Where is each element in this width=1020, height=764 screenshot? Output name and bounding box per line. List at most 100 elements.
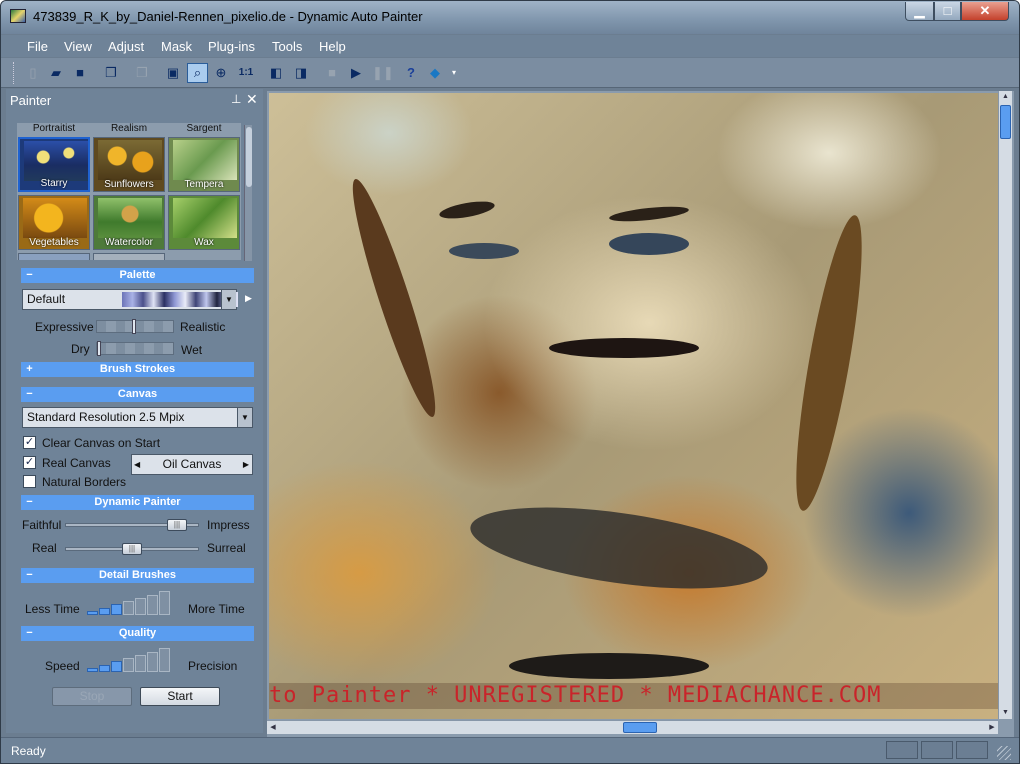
open-folder-icon[interactable]: ▰: [47, 64, 65, 82]
canvas-horizontal-scrollbar[interactable]: ◀ ▶: [267, 720, 998, 734]
paste-icon[interactable]: ❐: [133, 64, 151, 82]
palette-select[interactable]: Default ▼: [22, 289, 238, 310]
zoom-icon[interactable]: ⌕: [187, 63, 208, 83]
canvas-type-select[interactable]: ◀ Oil Canvas ▶: [131, 454, 253, 475]
quality-level-control[interactable]: [87, 648, 175, 672]
compare-icon[interactable]: ◧: [267, 64, 285, 82]
pause-icon[interactable]: ❚❚: [372, 64, 394, 82]
style-thumb-partial[interactable]: [18, 253, 90, 260]
toolbar-grip[interactable]: [13, 62, 16, 84]
next-arrow-icon[interactable]: ▶: [243, 455, 249, 474]
style-thumb-vegetables[interactable]: Vegetables: [18, 195, 90, 250]
quality-section-header[interactable]: − Quality: [21, 626, 254, 641]
gallery-scroll-thumb[interactable]: [246, 127, 252, 187]
gallery-scrollbar[interactable]: [244, 125, 252, 261]
close-button[interactable]: ✕: [961, 2, 1009, 21]
style-thumb-starry[interactable]: Starry: [18, 137, 90, 192]
zoom-actual-size-icon[interactable]: 1:1: [237, 64, 255, 82]
scroll-left-icon[interactable]: ◀: [267, 721, 279, 734]
detail-brushes-section-header[interactable]: − Detail Brushes: [21, 568, 254, 583]
palette-more-arrow-icon[interactable]: ▶: [245, 293, 252, 304]
collapse-icon[interactable]: −: [25, 568, 34, 583]
slider-marker[interactable]: [132, 319, 136, 334]
stop-icon[interactable]: ■: [323, 64, 341, 82]
chevron-down-icon[interactable]: ▼: [221, 290, 236, 309]
dry-wet-slider[interactable]: [96, 341, 174, 356]
copy-icon[interactable]: ❐: [102, 64, 120, 82]
canvas-section-header[interactable]: − Canvas: [21, 387, 254, 402]
expressive-realistic-slider[interactable]: [96, 319, 174, 334]
stop-button[interactable]: Stop: [52, 687, 132, 706]
menu-tools[interactable]: Tools: [272, 39, 302, 54]
panel-close-icon[interactable]: ✕: [246, 91, 258, 108]
prev-arrow-icon[interactable]: ◀: [134, 455, 140, 474]
faithful-impress-slider[interactable]: |||: [65, 519, 199, 531]
horizontal-scroll-thumb[interactable]: [623, 722, 657, 733]
menu-adjust[interactable]: Adjust: [108, 39, 144, 54]
collapse-icon[interactable]: −: [25, 268, 34, 283]
level-step[interactable]: [111, 661, 122, 672]
level-step[interactable]: [87, 668, 98, 672]
level-step[interactable]: [135, 654, 146, 672]
resize-grip-icon[interactable]: [997, 746, 1011, 760]
real-surreal-slider[interactable]: |||: [65, 543, 199, 555]
split-view-icon[interactable]: ◨: [292, 64, 310, 82]
scroll-up-icon[interactable]: ▲: [999, 91, 1012, 103]
help-icon[interactable]: ?: [402, 64, 420, 82]
menu-plugins[interactable]: Plug-ins: [208, 39, 255, 54]
collapse-icon[interactable]: −: [25, 387, 34, 402]
level-step[interactable]: [111, 604, 122, 615]
level-step[interactable]: [123, 601, 134, 615]
painting-image[interactable]: to Painter * UNREGISTERED * MEDIACHANCE.…: [269, 93, 998, 719]
real-canvas-checkbox[interactable]: ✓: [23, 456, 36, 469]
play-icon[interactable]: ▶: [347, 64, 365, 82]
level-step[interactable]: [99, 664, 110, 672]
style-thumb-tempera[interactable]: Tempera: [168, 137, 240, 192]
menu-file[interactable]: File: [27, 39, 48, 54]
image-icon[interactable]: ▣: [164, 64, 182, 82]
level-step[interactable]: [123, 658, 134, 672]
canvas-vertical-scrollbar[interactable]: ▲ ▼: [998, 91, 1012, 719]
new-icon[interactable]: ▯: [24, 64, 42, 82]
level-step[interactable]: [99, 607, 110, 615]
style-thumb-partial[interactable]: [93, 253, 165, 260]
vertical-scroll-thumb[interactable]: [1000, 105, 1011, 139]
slider-knob[interactable]: |||: [167, 519, 187, 531]
collapse-icon[interactable]: −: [25, 626, 34, 641]
natural-borders-checkbox[interactable]: [23, 475, 36, 488]
menu-mask[interactable]: Mask: [161, 39, 192, 54]
toolbar-overflow-icon[interactable]: ▾: [449, 64, 459, 82]
save-icon[interactable]: ■: [71, 64, 89, 82]
menu-view[interactable]: View: [64, 39, 92, 54]
scroll-down-icon[interactable]: ▼: [999, 707, 1012, 719]
level-step[interactable]: [87, 611, 98, 615]
brush-strokes-section-header[interactable]: + Brush Strokes: [21, 362, 254, 377]
level-step[interactable]: [159, 591, 170, 615]
maximize-button[interactable]: □: [934, 2, 961, 21]
collapse-icon[interactable]: −: [25, 495, 34, 510]
pin-icon[interactable]: ⊥: [231, 92, 241, 106]
slider-knob[interactable]: |||: [122, 543, 142, 555]
level-step[interactable]: [159, 648, 170, 672]
clear-canvas-checkbox[interactable]: ✓: [23, 436, 36, 449]
scroll-right-icon[interactable]: ▶: [986, 721, 998, 734]
slider-marker[interactable]: [97, 341, 101, 356]
style-thumb-watercolor[interactable]: Watercolor: [93, 195, 165, 250]
level-step[interactable]: [147, 651, 158, 672]
menu-help[interactable]: Help: [319, 39, 346, 54]
canvas-view[interactable]: to Painter * UNREGISTERED * MEDIACHANCE.…: [267, 91, 1014, 737]
style-thumb-sunflowers[interactable]: Sunflowers: [93, 137, 165, 192]
level-step[interactable]: [135, 597, 146, 615]
level-step[interactable]: [147, 594, 158, 615]
zoom-in-icon[interactable]: ⊕: [212, 64, 230, 82]
start-button[interactable]: Start: [140, 687, 220, 706]
minimize-button[interactable]: ▁: [905, 2, 934, 21]
dynamic-painter-section-header[interactable]: − Dynamic Painter: [21, 495, 254, 510]
cube-icon[interactable]: ◆: [426, 64, 444, 82]
expand-icon[interactable]: +: [25, 362, 34, 377]
style-thumb-wax[interactable]: Wax: [168, 195, 240, 250]
palette-section-header[interactable]: − Palette: [21, 268, 254, 283]
resolution-select[interactable]: Standard Resolution 2.5 Mpix ▼: [22, 407, 253, 428]
detail-brushes-level-control[interactable]: [87, 591, 175, 615]
chevron-down-icon[interactable]: ▼: [237, 408, 252, 427]
